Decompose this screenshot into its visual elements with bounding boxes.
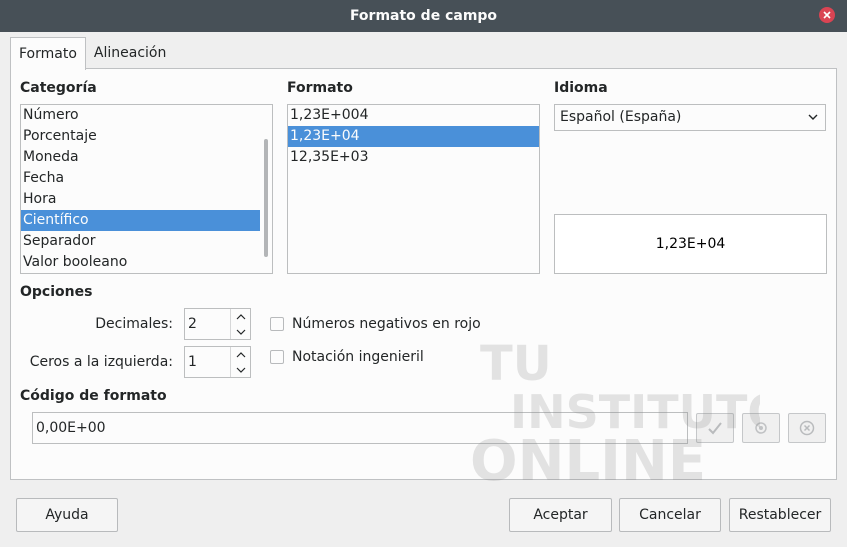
codigo-label: Código de formato — [20, 388, 167, 404]
idioma-select[interactable]: Español (España) — [554, 104, 826, 131]
title-bar: Formato de campo — [0, 0, 847, 32]
list-item-selected[interactable]: 1,23E+04 — [288, 126, 539, 147]
opciones-label: Opciones — [20, 284, 93, 300]
list-item[interactable]: Número — [21, 105, 272, 126]
list-item[interactable]: Separador — [21, 231, 272, 252]
delete-icon — [799, 420, 815, 436]
decimales-label: Decimales: — [95, 316, 173, 332]
decrement-button[interactable] — [231, 324, 251, 339]
checkmark-icon — [708, 422, 722, 435]
format-preview: 1,23E+04 — [554, 214, 827, 274]
negativos-rojo-label[interactable]: Números negativos en rojo — [292, 316, 481, 332]
tab-formato[interactable]: Formato — [10, 37, 86, 70]
list-item[interactable]: 12,35E+03 — [288, 147, 539, 168]
notacion-ingenieril-checkbox[interactable] — [270, 350, 284, 364]
chevron-down-icon — [236, 367, 246, 373]
decrement-button[interactable] — [231, 362, 251, 377]
confirm-code-button[interactable] — [696, 413, 734, 443]
list-item-selected[interactable]: Científico — [21, 210, 260, 231]
tab-bar: Formato Alineación — [10, 37, 174, 70]
spinner-arrows — [230, 309, 250, 339]
increment-button[interactable] — [231, 347, 251, 362]
list-item[interactable]: Hora — [21, 189, 272, 210]
categoria-list[interactable]: Número Porcentaje Moneda Fecha Hora Cien… — [20, 104, 273, 274]
reset-button[interactable]: Restablecer — [729, 498, 831, 532]
decimales-value[interactable]: 2 — [188, 309, 197, 339]
list-item[interactable]: 1,23E+004 — [288, 105, 539, 126]
dialog-title: Formato de campo — [349, 8, 498, 24]
scrollbar-thumb[interactable] — [264, 139, 268, 257]
spinner-arrows — [230, 347, 250, 377]
help-button[interactable]: Ayuda — [16, 498, 118, 532]
decimales-spinner[interactable]: 2 — [184, 308, 251, 340]
idioma-label: Idioma — [554, 80, 608, 96]
tab-alineacion[interactable]: Alineación — [86, 37, 174, 69]
accept-button[interactable]: Aceptar — [509, 498, 612, 532]
ceros-spinner[interactable]: 1 — [184, 346, 251, 378]
list-item[interactable]: Fecha — [21, 168, 272, 189]
ceros-value[interactable]: 1 — [188, 347, 197, 377]
formato-list[interactable]: 1,23E+004 1,23E+04 12,35E+03 — [287, 104, 540, 274]
formato-label: Formato — [287, 80, 353, 96]
ceros-label: Ceros a la izquierda: — [29, 354, 173, 370]
chevron-down-icon — [236, 329, 246, 335]
chevron-up-icon — [236, 351, 246, 357]
list-item[interactable]: Porcentaje — [21, 126, 272, 147]
idioma-value: Español (España) — [560, 109, 682, 125]
categoria-scrollbar[interactable] — [262, 107, 270, 271]
notacion-ingenieril-label[interactable]: Notación ingenieril — [292, 349, 424, 365]
notacion-ingenieril-option[interactable]: Notación ingenieril — [270, 349, 424, 365]
list-item[interactable]: Valor booleano — [21, 252, 272, 273]
chevron-up-icon — [236, 313, 246, 319]
increment-button[interactable] — [231, 309, 251, 324]
close-icon — [823, 11, 831, 19]
categoria-label: Categoría — [20, 80, 97, 96]
cancel-button[interactable]: Cancelar — [619, 498, 721, 532]
comment-icon — [755, 422, 767, 434]
close-button[interactable] — [819, 7, 835, 23]
preview-value: 1,23E+04 — [655, 236, 726, 252]
format-code-input[interactable]: 0,00E+00 — [32, 412, 688, 444]
chevron-down-icon — [807, 105, 819, 139]
negativos-rojo-checkbox[interactable] — [270, 317, 284, 331]
negativos-rojo-option[interactable]: Números negativos en rojo — [270, 316, 481, 332]
format-field-dialog: Formato de campo Formato Alineación Cate… — [0, 0, 847, 547]
delete-code-button[interactable] — [788, 413, 826, 443]
list-item[interactable]: Moneda — [21, 147, 272, 168]
add-comment-button[interactable] — [742, 413, 780, 443]
